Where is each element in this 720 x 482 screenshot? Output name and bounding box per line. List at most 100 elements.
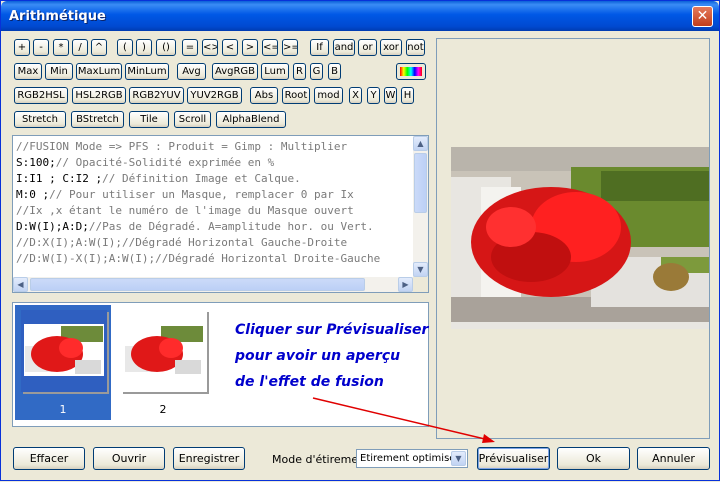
formula-line-code: S:100; — [16, 156, 56, 169]
op-button-row1-10[interactable]: < — [222, 39, 238, 56]
op-button-row4-3[interactable]: Scroll — [174, 111, 211, 128]
op-button-row2-2[interactable]: MaxLum — [76, 63, 122, 80]
op-button-row1-0[interactable]: + — [14, 39, 30, 56]
horizontal-scroll-thumb[interactable] — [30, 278, 365, 291]
op-button-row3-1[interactable]: HSL2RGB — [72, 87, 126, 104]
formula-line: I:I1 ; C:I2 ;// Définition Image et Calq… — [16, 171, 411, 187]
thumbnail-label: 1 — [59, 403, 67, 416]
scroll-up-icon[interactable]: ▲ — [413, 136, 428, 151]
formula-line: S:100;// Opacité-Solidité exprimée en % — [16, 155, 411, 171]
preview-panel — [436, 38, 710, 439]
op-button-row2-1[interactable]: Min — [45, 63, 73, 80]
op-button-row3-9[interactable]: W — [384, 87, 397, 104]
scroll-right-icon[interactable]: ▶ — [398, 277, 413, 292]
formula-line-comment: //Pas de Dégradé. A=amplitude hor. ou Ve… — [88, 220, 374, 233]
formula-line: //Ix ,x étant le numéro de l'image du Ma… — [16, 203, 411, 219]
formula-text[interactable]: //FUSION Mode => PFS : Produit = Gimp : … — [16, 139, 411, 271]
clear-button[interactable]: Effacer — [13, 447, 85, 470]
formula-line-code: D:W(I);A:D; — [16, 220, 89, 233]
op-button-row4-2[interactable]: Tile — [129, 111, 169, 128]
hint-line-1: Cliquer sur Prévisualiser — [235, 322, 429, 338]
formula-line-comment: // Opacité-Solidité exprimée en % — [55, 156, 275, 169]
hint-line-2: pour avoir un aperçu — [235, 348, 401, 364]
formula-line: //D:X(I);A:W(I);//Dégradé Horizontal Gau… — [16, 235, 411, 251]
op-button-row1-17[interactable]: xor — [380, 39, 402, 56]
op-button-row2-8[interactable]: G — [310, 63, 323, 80]
op-button-row1-13[interactable]: >= — [282, 39, 298, 56]
scroll-left-icon[interactable]: ◀ — [13, 277, 28, 292]
op-button-row2-4[interactable]: Avg — [177, 63, 206, 80]
save-button[interactable]: Enregistrer — [173, 447, 245, 470]
chevron-down-icon[interactable]: ▼ — [451, 451, 466, 466]
op-button-row1-6[interactable]: ) — [136, 39, 152, 56]
op-button-row3-7[interactable]: X — [349, 87, 362, 104]
op-button-row1-15[interactable]: and — [333, 39, 355, 56]
formula-editor[interactable]: //FUSION Mode => PFS : Produit = Gimp : … — [12, 135, 429, 293]
color-picker-button[interactable] — [396, 63, 426, 80]
op-button-row1-4[interactable]: ^ — [91, 39, 107, 56]
scroll-down-icon[interactable]: ▼ — [413, 262, 428, 277]
op-button-row1-7[interactable]: () — [156, 39, 176, 56]
op-button-row3-0[interactable]: RGB2HSL — [14, 87, 68, 104]
op-button-row3-6[interactable]: mod — [314, 87, 343, 104]
op-button-row1-16[interactable]: or — [358, 39, 377, 56]
formula-line-comment: //D:X(I);A:W(I);//Dégradé Horizontal Gau… — [16, 236, 348, 249]
preview-image — [451, 147, 709, 329]
thumbnail-1[interactable]: 1 — [15, 305, 111, 420]
horizontal-scrollbar[interactable]: ◀ ▶ — [13, 277, 413, 292]
op-button-row2-5[interactable]: AvgRGB — [212, 63, 258, 80]
op-button-row1-14[interactable]: If — [310, 39, 329, 56]
hint-line-3: de l'effet de fusion — [235, 374, 384, 390]
op-button-row1-9[interactable]: <> — [202, 39, 218, 56]
formula-line-comment: // Définition Image et Calque. — [102, 172, 301, 185]
op-button-row2-9[interactable]: B — [328, 63, 341, 80]
op-button-row1-2[interactable]: * — [53, 39, 69, 56]
op-button-row3-5[interactable]: Root — [282, 87, 310, 104]
formula-line-comment: // Pour utiliser un Masque, remplacer 0 … — [49, 188, 354, 201]
dialog-window: Arithmétique ✕ +-*/^()()=<><><=>=Ifandor… — [0, 0, 720, 481]
formula-line: D:W(I);A:D;//Pas de Dégradé. A=amplitude… — [16, 219, 411, 235]
op-button-row1-5[interactable]: ( — [117, 39, 133, 56]
close-button[interactable]: ✕ — [692, 6, 713, 27]
color-gradient-icon — [400, 67, 422, 76]
stretch-mode-select[interactable]: Etirement optimisé ▼ — [356, 449, 468, 468]
op-button-row3-3[interactable]: YUV2RGB — [187, 87, 242, 104]
op-button-row2-7[interactable]: R — [293, 63, 306, 80]
formula-line-comment: //D:W(I)-X(I);A:W(I);//Dégradé Horizonta… — [16, 252, 381, 265]
open-button[interactable]: Ouvrir — [93, 447, 165, 470]
op-button-row3-4[interactable]: Abs — [250, 87, 278, 104]
title-bar[interactable]: Arithmétique ✕ — [1, 1, 719, 31]
thumbnail-label: 2 — [159, 403, 167, 416]
op-button-row2-6[interactable]: Lum — [261, 63, 289, 80]
ok-button[interactable]: Ok — [557, 447, 630, 470]
thumbnail-image — [21, 310, 107, 392]
stretch-mode-value: Etirement optimisé — [360, 453, 456, 464]
op-button-row4-4[interactable]: AlphaBlend — [216, 111, 286, 128]
op-button-row4-0[interactable]: Stretch — [14, 111, 66, 128]
formula-line: M:0 ;// Pour utiliser un Masque, remplac… — [16, 187, 411, 203]
op-button-row4-1[interactable]: BStretch — [71, 111, 124, 128]
op-button-row1-11[interactable]: > — [242, 39, 258, 56]
scroll-corner — [413, 277, 428, 292]
op-button-row1-3[interactable]: / — [72, 39, 88, 56]
op-button-row1-12[interactable]: <= — [262, 39, 278, 56]
stretch-mode-label: Mode d'étirement — [272, 453, 370, 466]
formula-line-code: M:0 ; — [16, 188, 50, 201]
vertical-scrollbar[interactable]: ▲ ▼ — [413, 136, 428, 277]
op-button-row1-18[interactable]: not — [406, 39, 425, 56]
image-thumbnail-panel: 1 2 Cliquer sur Prévisualiser pour avoir… — [12, 302, 429, 427]
op-button-row2-3[interactable]: MinLum — [125, 63, 169, 80]
formula-line: //FUSION Mode => PFS : Produit = Gimp : … — [16, 139, 411, 155]
preview-button[interactable]: Prévisualiser — [477, 447, 550, 470]
op-button-row3-10[interactable]: H — [401, 87, 414, 104]
op-button-row2-0[interactable]: Max — [14, 63, 42, 80]
cancel-button[interactable]: Annuler — [637, 447, 710, 470]
op-button-row1-1[interactable]: - — [33, 39, 49, 56]
op-button-row1-8[interactable]: = — [182, 39, 198, 56]
op-button-row3-8[interactable]: Y — [367, 87, 380, 104]
thumbnail-2[interactable]: 2 — [115, 305, 211, 420]
vertical-scroll-thumb[interactable] — [414, 153, 427, 213]
thumbnail-image — [121, 310, 207, 392]
op-button-row3-2[interactable]: RGB2YUV — [129, 87, 184, 104]
window-title: Arithmétique — [9, 9, 106, 24]
